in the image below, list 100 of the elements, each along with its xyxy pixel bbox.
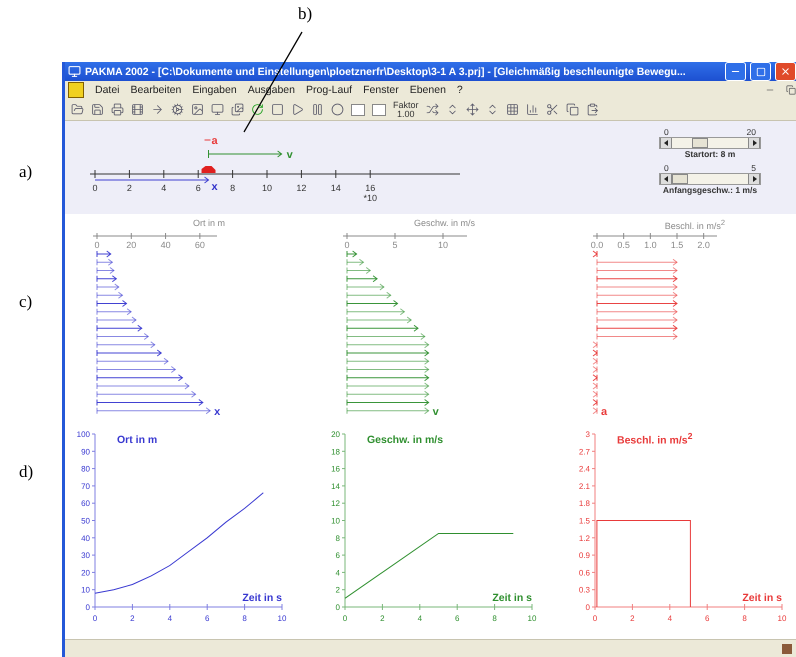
y-tick-label: 1.2	[578, 534, 590, 544]
menu-item[interactable]: Bearbeiten	[130, 84, 182, 96]
small-field[interactable]	[372, 104, 386, 116]
shuffle-icon[interactable]	[426, 103, 439, 116]
x-tick-label: 10	[278, 614, 286, 624]
right-arrow-icon[interactable]	[752, 140, 756, 146]
restore-icon[interactable]	[786, 85, 796, 96]
refresh-icon[interactable]	[251, 103, 264, 116]
y-tick-label: 90	[81, 448, 90, 457]
tick-label: 60	[194, 240, 205, 250]
small-field[interactable]	[351, 104, 365, 116]
y-tick-label: 0	[336, 603, 340, 612]
y-tick-label: 8	[336, 534, 340, 544]
y-tick-label: 1.8	[578, 500, 590, 509]
status-icon	[782, 644, 792, 654]
position-label: x	[212, 181, 218, 194]
bar-chart-icon[interactable]	[526, 103, 539, 116]
slider-max: 5	[751, 163, 756, 174]
menu-item[interactable]: Fenster	[363, 84, 399, 96]
slider-caption: Startort: 8 m	[684, 149, 736, 160]
grid-icon[interactable]	[506, 103, 519, 116]
gear-icon[interactable]	[171, 103, 184, 116]
left-arrow-icon[interactable]	[664, 176, 668, 182]
tick-label: 2	[126, 183, 132, 194]
folder-icon[interactable]	[71, 103, 84, 116]
y-tick-label: 1.5	[578, 516, 590, 526]
menu-item[interactable]: Prog-Lauf	[306, 84, 352, 96]
y-tick-label: 60	[81, 500, 90, 509]
picture-icon[interactable]	[191, 103, 204, 116]
left-arrow-icon[interactable]	[664, 140, 668, 146]
y-tick-label: 70	[81, 482, 90, 492]
y-tick-label: 10	[81, 586, 90, 596]
menu-item[interactable]: Datei	[95, 84, 120, 96]
tick-label: 5	[392, 240, 398, 250]
panel-title: Ort in m	[192, 218, 225, 228]
maximize-icon	[756, 66, 766, 77]
end-label: x	[214, 406, 220, 418]
tick-label: 4	[161, 183, 166, 194]
slider-thumb[interactable]	[692, 138, 708, 148]
circle-icon[interactable]	[331, 103, 344, 116]
end-label: v	[432, 406, 439, 418]
slider[interactable]	[659, 173, 761, 186]
y-tick-label: 2	[336, 586, 340, 596]
factor-label: Faktor	[393, 100, 419, 110]
tick-label: 0	[344, 240, 350, 250]
paste-icon[interactable]	[586, 103, 599, 116]
tick-label: 1.0	[644, 240, 657, 250]
right-arrow-icon[interactable]	[752, 176, 756, 182]
slider-min: 0	[664, 163, 669, 174]
x-tick-label: 6	[204, 614, 210, 624]
y-tick-label: 30	[81, 552, 90, 561]
x-tick-label: 10	[778, 614, 786, 624]
maximize-button[interactable]	[750, 62, 771, 82]
copy-icon[interactable]	[566, 103, 579, 116]
x-tick-label: 4	[668, 614, 672, 624]
monitor-icon[interactable]	[211, 103, 224, 116]
y-axis-title: Beschl. in m/s$^{2}$	[617, 430, 692, 446]
figure-label: a)	[19, 162, 34, 182]
tick-label: 8	[230, 183, 236, 194]
y-tick-label: 12	[331, 500, 340, 509]
slider-caption: Anfangsgeschw.: 1 m/s	[662, 185, 758, 196]
factor-value: 1.00	[396, 110, 415, 119]
close-button[interactable]	[775, 62, 796, 82]
menu-item[interactable]: Ebenen	[410, 84, 446, 96]
y-axis-title: Ort in m	[117, 434, 158, 446]
x-axis-title: Zeit in s	[492, 592, 532, 604]
y-tick-label: 0.9	[578, 552, 590, 561]
panel-title: Beschl. in m/s$^{2}$	[664, 218, 725, 232]
x-tick-label: 4	[418, 614, 422, 624]
y-tick-label: 2.4	[578, 465, 590, 474]
scissors-icon[interactable]	[546, 103, 559, 116]
figure-label: c)	[19, 292, 34, 312]
x-axis-title: Zeit in s	[242, 592, 282, 604]
y-tick-label: 0.6	[578, 568, 590, 578]
pause-icon[interactable]	[311, 103, 324, 116]
save-icon[interactable]	[91, 103, 104, 116]
pictures-icon[interactable]	[231, 103, 244, 116]
film-icon[interactable]	[131, 103, 144, 116]
x-tick-label: 10	[528, 614, 536, 624]
move-icon[interactable]	[466, 103, 479, 116]
square-icon[interactable]	[271, 103, 284, 116]
y-tick-label: 6	[336, 552, 340, 561]
panel-title: Geschw. in m/s	[412, 218, 475, 228]
minimize-button[interactable]	[725, 62, 746, 82]
tick-label: 6	[196, 183, 201, 194]
slider-thumb[interactable]	[672, 174, 688, 184]
slider[interactable]	[659, 137, 761, 150]
y-tick-label: 40	[81, 534, 90, 544]
x-tick-label: 4	[168, 614, 172, 624]
arrow-right-icon[interactable]	[151, 103, 164, 116]
menu-item[interactable]: Eingaben	[192, 84, 237, 96]
printer-icon[interactable]	[111, 103, 124, 116]
y-tick-label: 80	[81, 465, 90, 474]
tick-label: 12	[296, 183, 306, 194]
y-tick-label: 4	[336, 568, 340, 578]
play-icon[interactable]	[291, 103, 304, 116]
slider-max: 20	[746, 127, 756, 138]
tick-label: 10	[262, 183, 272, 194]
menu-item[interactable]: ?	[456, 84, 463, 96]
x-tick-label: 6	[704, 614, 710, 624]
